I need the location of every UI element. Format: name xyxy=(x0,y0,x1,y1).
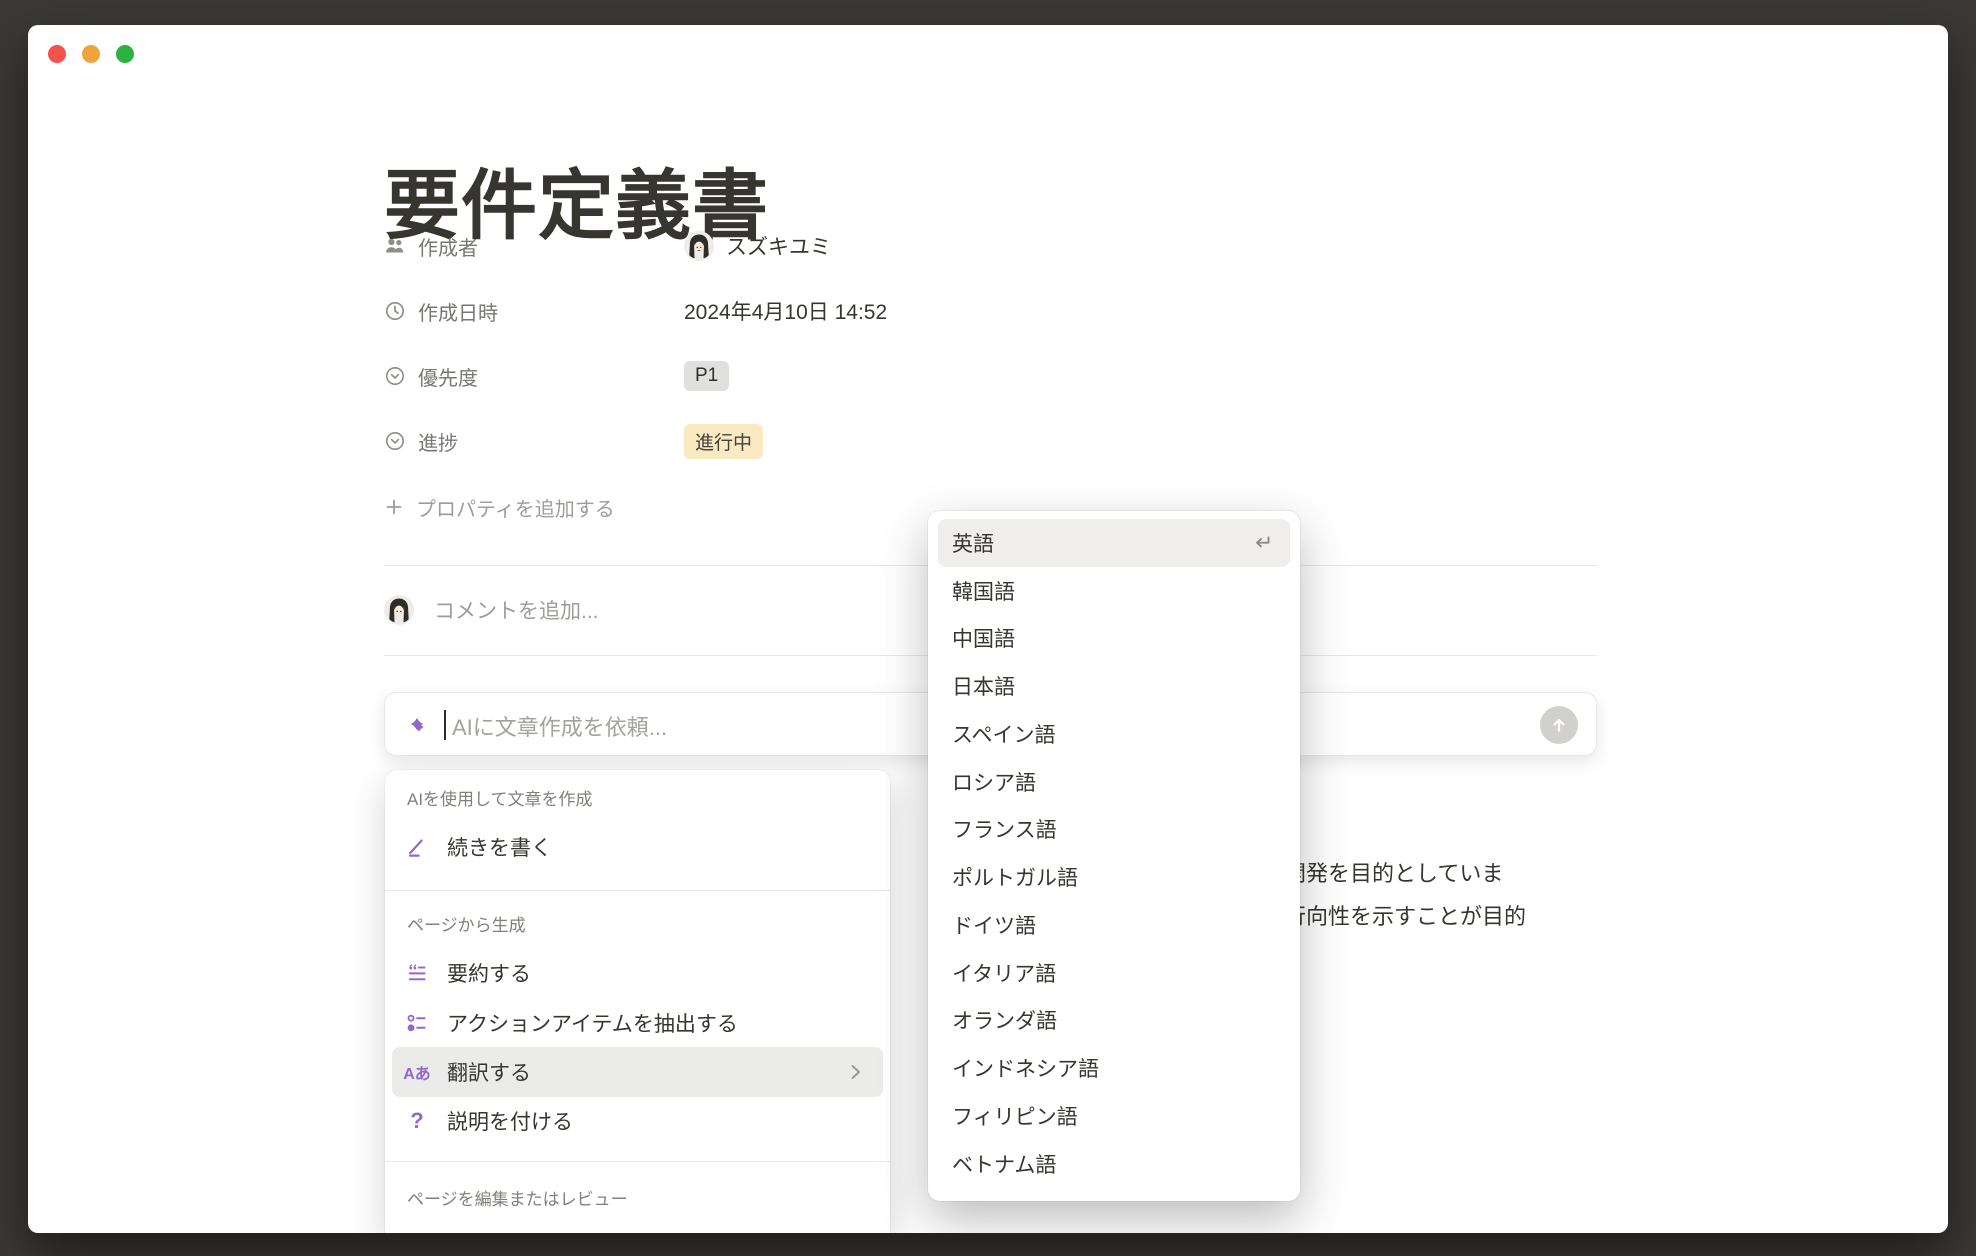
language-option-japanese[interactable]: 日本語 xyxy=(928,662,1300,710)
priority-badge[interactable]: P1 xyxy=(684,361,729,391)
sparkle-icon xyxy=(405,710,435,740)
property-row-progress[interactable]: 進捗 進行中 xyxy=(384,419,763,463)
status-badge[interactable]: 進行中 xyxy=(684,424,763,459)
menu-item-extract-action-items[interactable]: アクションアイテムを抽出する xyxy=(385,998,890,1048)
property-value-person[interactable]: スズキユミ xyxy=(684,231,831,261)
property-value-date[interactable]: 2024年4月10日 14:52 xyxy=(684,296,887,326)
translate-icon: Aあ xyxy=(403,1060,431,1084)
menu-section-header: ページから生成 xyxy=(385,906,912,940)
ai-command-menu: AIを使用して文章を作成 続きを書く ページから生成 要約する xyxy=(385,770,890,1233)
language-option-portuguese[interactable]: ポルトガル語 xyxy=(928,853,1300,901)
property-row-created-time[interactable]: 作成日時 2024年4月10日 14:52 xyxy=(384,289,887,333)
property-row-priority[interactable]: 優先度 P1 xyxy=(384,354,729,398)
question-icon: ? xyxy=(403,1108,431,1134)
language-option-german[interactable]: ドイツ語 xyxy=(928,901,1300,949)
menu-item-continue-writing[interactable]: 続きを書く xyxy=(385,822,890,872)
property-label: 作成日時 xyxy=(384,297,684,326)
plus-icon xyxy=(384,497,404,517)
menu-section-header: AIを使用して文章を作成 xyxy=(385,780,912,814)
language-option-filipino[interactable]: フィリピン語 xyxy=(928,1092,1300,1140)
arrow-up-icon xyxy=(1548,714,1570,736)
window-controls xyxy=(48,45,134,63)
language-option-indonesian[interactable]: インドネシア語 xyxy=(928,1044,1300,1092)
menu-section-header: ページを編集またはレビュー xyxy=(385,1180,912,1214)
language-option-korean[interactable]: 韓国語 xyxy=(928,567,1300,615)
add-comment-input[interactable]: コメントを追加... xyxy=(384,588,599,632)
menu-item-summarize[interactable]: 要約する xyxy=(385,948,890,998)
close-window-button[interactable] xyxy=(48,45,66,63)
people-icon xyxy=(384,235,406,257)
menu-item-translate[interactable]: Aあ 翻訳する xyxy=(392,1047,883,1097)
summary-icon xyxy=(403,961,431,985)
enter-key-icon xyxy=(1250,531,1274,561)
checklist-icon xyxy=(403,1011,431,1035)
property-row-creator[interactable]: 作成者 スズキユミ xyxy=(384,224,831,268)
property-label: 作成者 xyxy=(384,232,684,261)
language-option-dutch[interactable]: オランダ語 xyxy=(928,997,1300,1045)
pencil-icon xyxy=(403,835,431,859)
menu-divider xyxy=(385,1161,890,1162)
language-option-french[interactable]: フランス語 xyxy=(928,806,1300,854)
clock-icon xyxy=(384,300,406,322)
property-label: 優先度 xyxy=(384,362,684,391)
menu-item-explain[interactable]: ? 説明を付ける xyxy=(385,1096,890,1146)
minimize-window-button[interactable] xyxy=(82,45,100,63)
notion-window: 要件定義書 作成者 スズキユミ xyxy=(28,25,1948,1233)
property-label: 進捗 xyxy=(384,427,684,456)
add-property-button[interactable]: プロパティを追加する xyxy=(384,485,615,529)
avatar xyxy=(384,595,414,625)
language-option-russian[interactable]: ロシア語 xyxy=(928,758,1300,806)
page-body-text: 開発を目的としていま 行向性を示すことが目的 xyxy=(1284,852,1526,938)
comment-placeholder: コメントを追加... xyxy=(434,595,599,625)
text-caret xyxy=(444,710,446,740)
zoom-window-button[interactable] xyxy=(116,45,134,63)
avatar xyxy=(684,231,714,261)
language-option-english[interactable]: 英語 xyxy=(938,519,1290,567)
chevron-right-icon xyxy=(849,1062,863,1088)
ai-input-placeholder: AIに文章作成を依頼... xyxy=(452,710,667,742)
send-button[interactable] xyxy=(1540,706,1578,744)
language-option-italian[interactable]: イタリア語 xyxy=(928,949,1300,997)
language-option-spanish[interactable]: スペイン語 xyxy=(928,710,1300,758)
language-option-vietnamese[interactable]: ベトナム語 xyxy=(928,1140,1300,1188)
select-icon xyxy=(384,430,406,452)
language-option-chinese[interactable]: 中国語 xyxy=(928,615,1300,663)
creator-name: スズキユミ xyxy=(726,231,831,261)
menu-divider xyxy=(385,890,890,891)
select-icon xyxy=(384,365,406,387)
translate-language-menu: 英語 韓国語 中国語 日本語 スペイン語 ロシア語 フランス語 ポルトガル語 ド… xyxy=(928,511,1300,1201)
